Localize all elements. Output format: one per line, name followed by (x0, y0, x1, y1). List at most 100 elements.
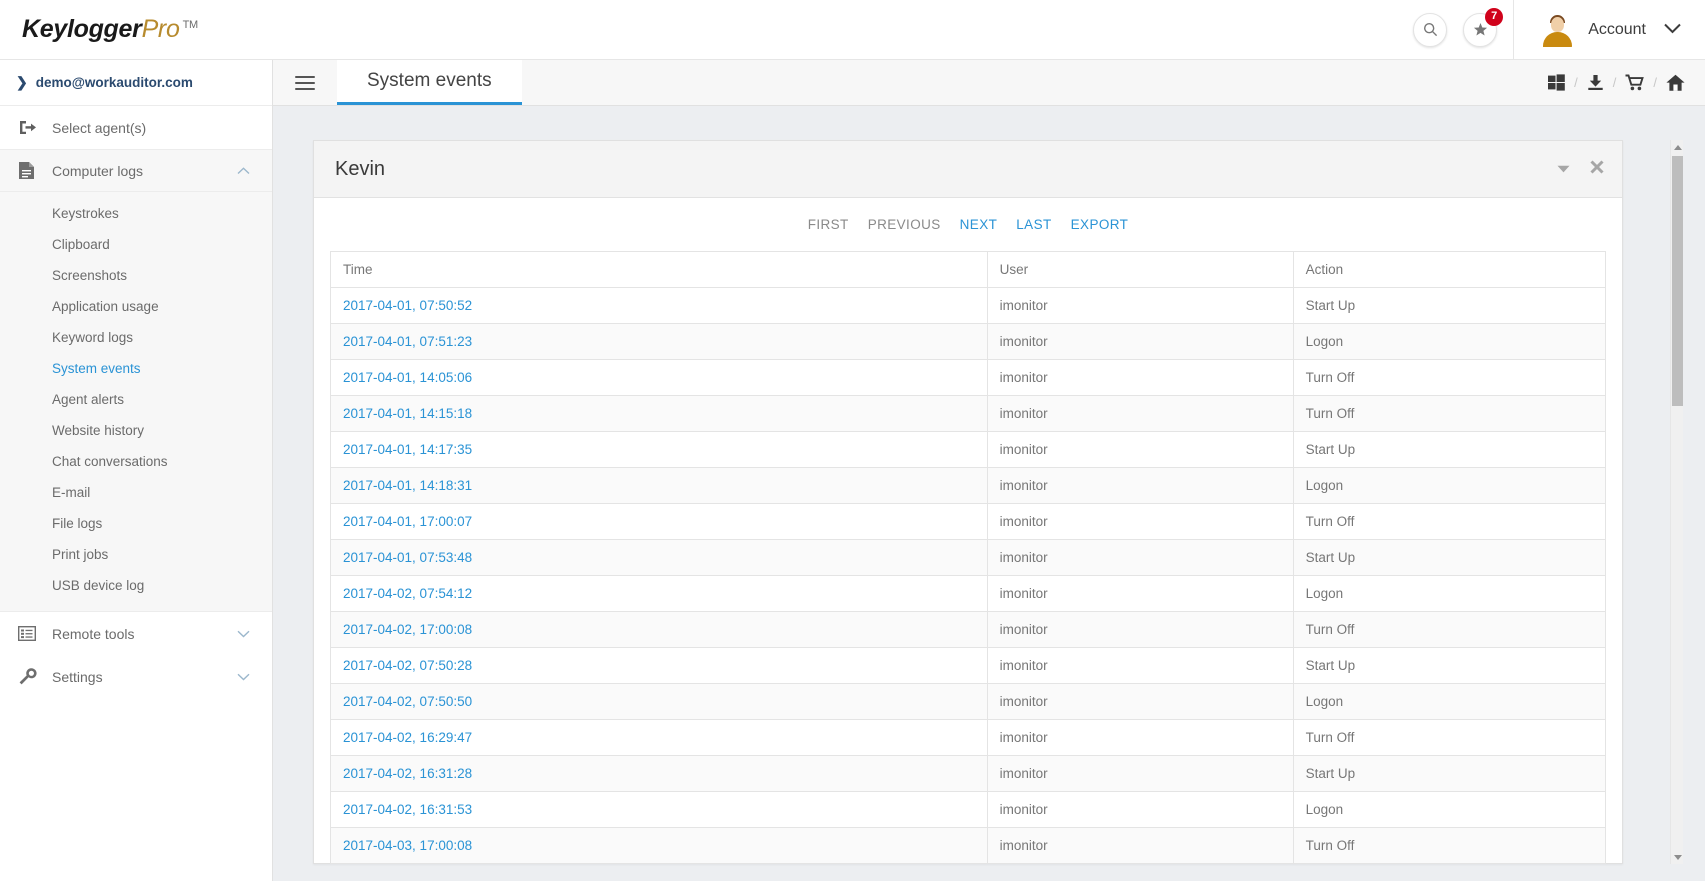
sidebar-item-usb-device-log[interactable]: USB device log (0, 570, 272, 601)
pager-export[interactable]: EXPORT (1071, 217, 1129, 232)
cell-action: Logon (1293, 684, 1605, 720)
sidebar-group-computer-logs[interactable]: Computer logs (0, 149, 272, 192)
chevron-down-icon[interactable] (1557, 160, 1570, 178)
vertical-scrollbar[interactable] (1670, 140, 1683, 864)
search-button[interactable] (1413, 13, 1447, 47)
page-title: System events (367, 70, 492, 92)
sidebar-item-keyword-logs[interactable]: Keyword logs (0, 322, 272, 353)
cell-user: imonitor (987, 432, 1293, 468)
brand-secondary: Pro (142, 15, 180, 43)
sidebar-item-system-events[interactable]: System events (0, 353, 272, 384)
sidebar-item-email[interactable]: E-mail (0, 477, 272, 508)
sidebar-item-agent-alerts[interactable]: Agent alerts (0, 384, 272, 415)
event-time-link[interactable]: 2017-04-01, 14:18:31 (343, 478, 472, 493)
pager-previous[interactable]: PREVIOUS (868, 217, 941, 232)
sidebar-item-keystrokes[interactable]: Keystrokes (0, 198, 272, 229)
sidebar-item-website-history[interactable]: Website history (0, 415, 272, 446)
sidebar-subitem-label: Print jobs (52, 547, 108, 562)
cell-user: imonitor (987, 540, 1293, 576)
event-time-link[interactable]: 2017-04-03, 17:00:08 (343, 838, 472, 853)
wrench-icon (18, 667, 44, 686)
event-time-link[interactable]: 2017-04-01, 14:17:35 (343, 442, 472, 457)
search-icon (1423, 22, 1438, 37)
event-time-link[interactable]: 2017-04-01, 14:15:18 (343, 406, 472, 421)
cell-time: 2017-04-03, 17:00:08 (331, 828, 988, 864)
event-time-link[interactable]: 2017-04-02, 16:29:47 (343, 730, 472, 745)
pager-first[interactable]: FIRST (808, 217, 849, 232)
table-row: 2017-04-01, 07:53:48imonitorStart Up (331, 540, 1606, 576)
windows-icon[interactable] (1548, 74, 1565, 91)
event-time-link[interactable]: 2017-04-02, 16:31:53 (343, 802, 472, 817)
table-row: 2017-04-02, 16:31:53imonitorLogon (331, 792, 1606, 828)
download-icon[interactable] (1587, 74, 1604, 91)
cell-user: imonitor (987, 684, 1293, 720)
cell-action: Turn Off (1293, 720, 1605, 756)
scrollbar-thumb[interactable] (1672, 156, 1683, 406)
column-header-action[interactable]: Action (1293, 252, 1605, 288)
event-time-link[interactable]: 2017-04-02, 07:50:28 (343, 658, 472, 673)
event-time-link[interactable]: 2017-04-02, 17:00:08 (343, 622, 472, 637)
sidebar-item-file-logs[interactable]: File logs (0, 508, 272, 539)
column-header-user[interactable]: User (987, 252, 1293, 288)
sidebar-item-select-agents[interactable]: Select agent(s) (0, 106, 272, 149)
sidebar-subitem-label: Clipboard (52, 237, 110, 252)
cell-time: 2017-04-02, 17:00:08 (331, 612, 988, 648)
cell-time: 2017-04-02, 16:29:47 (331, 720, 988, 756)
cart-icon[interactable] (1625, 74, 1644, 91)
cell-user: imonitor (987, 576, 1293, 612)
sidebar-group-settings[interactable]: Settings (0, 655, 272, 698)
cell-action: Turn Off (1293, 828, 1605, 864)
scroll-up-button[interactable] (1671, 140, 1684, 154)
home-icon[interactable] (1666, 74, 1685, 92)
tab-system-events[interactable]: System events (337, 60, 522, 105)
panel-title: Kevin (335, 158, 385, 181)
cell-time: 2017-04-01, 14:17:35 (331, 432, 988, 468)
chevron-right-icon: ❯ (16, 74, 28, 91)
list-icon (18, 626, 44, 641)
sidebar-item-chat-conversations[interactable]: Chat conversations (0, 446, 272, 477)
sidebar-account[interactable]: ❯ demo@workauditor.com (0, 60, 272, 106)
sidebar-subitem-label: Screenshots (52, 268, 127, 283)
close-icon[interactable] (1590, 160, 1604, 179)
pager-next[interactable]: NEXT (960, 217, 998, 232)
event-time-link[interactable]: 2017-04-01, 07:50:52 (343, 298, 472, 313)
sidebar-item-clipboard[interactable]: Clipboard (0, 229, 272, 260)
event-time-link[interactable]: 2017-04-01, 07:51:23 (343, 334, 472, 349)
table-row: 2017-04-03, 17:00:08imonitorTurn Off (331, 828, 1606, 864)
account-label[interactable]: Account (1588, 21, 1646, 39)
avatar-head (1551, 17, 1564, 32)
scroll-down-button[interactable] (1671, 850, 1684, 864)
event-time-link[interactable]: 2017-04-01, 17:00:07 (343, 514, 472, 529)
app-logo: KeyloggerProTM (22, 15, 198, 44)
top-bar: KeyloggerProTM 7 Account (0, 0, 1705, 60)
sidebar-item-label: Select agent(s) (52, 120, 146, 136)
menu-toggle-button[interactable] (273, 60, 337, 105)
favorites-button[interactable]: 7 (1463, 13, 1497, 47)
event-time-link[interactable]: 2017-04-02, 16:31:28 (343, 766, 472, 781)
column-header-time[interactable]: Time (331, 252, 988, 288)
cell-time: 2017-04-01, 07:50:52 (331, 288, 988, 324)
triangle-down-icon (1674, 855, 1682, 860)
event-time-link[interactable]: 2017-04-01, 14:05:06 (343, 370, 472, 385)
cell-action: Logon (1293, 792, 1605, 828)
event-time-link[interactable]: 2017-04-02, 07:54:12 (343, 586, 472, 601)
sidebar-group-remote-tools[interactable]: Remote tools (0, 612, 272, 655)
pager-last[interactable]: LAST (1016, 217, 1051, 232)
cell-user: imonitor (987, 720, 1293, 756)
event-time-link[interactable]: 2017-04-02, 07:50:50 (343, 694, 472, 709)
main-stage: Kevin FIRST PREVIOUS NEXT LAST EXPORT (273, 106, 1705, 881)
triangle-up-icon (1674, 145, 1682, 150)
chevron-down-icon (237, 668, 250, 686)
sidebar-item-print-jobs[interactable]: Print jobs (0, 539, 272, 570)
sidebar-item-screenshots[interactable]: Screenshots (0, 260, 272, 291)
avatar[interactable] (1540, 13, 1574, 47)
table-body: 2017-04-01, 07:50:52 imonitor Start Up 201… (331, 288, 1606, 864)
table-head: Time User Action (331, 252, 1606, 288)
sidebar-subitem-label: Keystrokes (52, 206, 119, 221)
cell-action: Start Up (1293, 288, 1605, 324)
sidebar-item-application-usage[interactable]: Application usage (0, 291, 272, 322)
sidebar-subitem-label: Website history (52, 423, 144, 438)
event-time-link[interactable]: 2017-04-01, 07:53:48 (343, 550, 472, 565)
divider (1513, 0, 1514, 60)
chevron-down-icon[interactable] (1664, 21, 1681, 39)
